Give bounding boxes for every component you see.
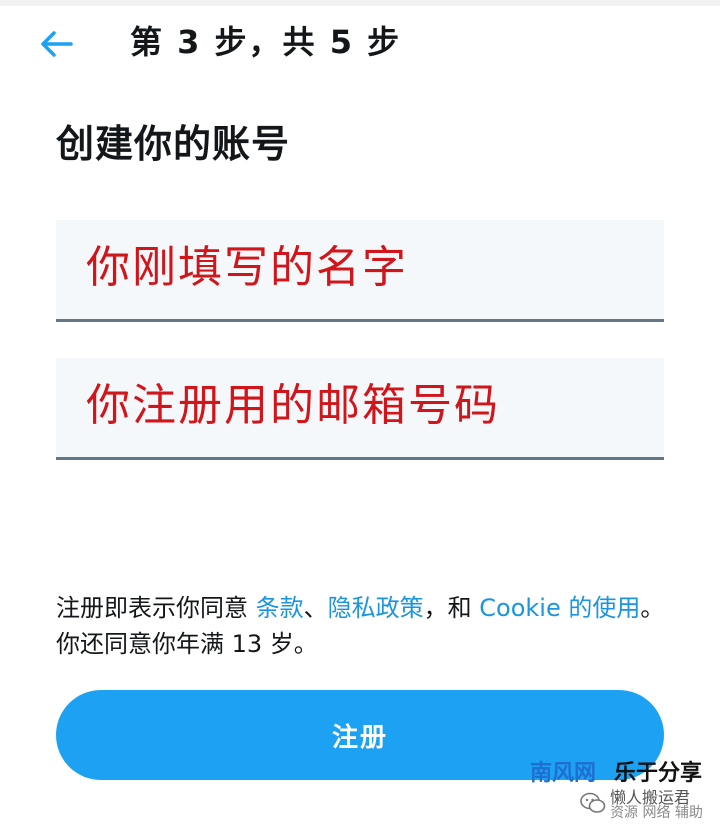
watermark: 南风网 乐于分享 懒人搬运君 资源 网络 辅助 bbox=[530, 760, 720, 824]
wechat-logo-icon bbox=[580, 792, 606, 813]
privacy-policy-link[interactable]: 隐私政策 bbox=[328, 594, 424, 622]
watermark-brand: 南风网 bbox=[530, 761, 597, 786]
signup-button-label: 注册 bbox=[331, 722, 388, 753]
back-button[interactable] bbox=[34, 24, 78, 64]
watermark-tagline: 资源 网络 辅助 bbox=[610, 805, 703, 821]
name-annotation: 你刚填写的名字 bbox=[86, 242, 408, 293]
email-annotation: 你注册用的邮箱号码 bbox=[86, 380, 500, 431]
watermark-slogan: 乐于分享 bbox=[614, 761, 703, 786]
email-field[interactable]: 你注册用的邮箱号码 bbox=[56, 358, 664, 460]
page-title: 创建你的账号 bbox=[56, 122, 291, 166]
arrow-left-icon bbox=[41, 31, 73, 57]
terms-link[interactable]: 条款 bbox=[256, 594, 304, 622]
cookie-use-link[interactable]: Cookie 的使用 bbox=[479, 594, 640, 622]
app-header: 第 3 步，共 5 步 bbox=[0, 6, 720, 78]
legal-text-intro: 注册即表示你同意 bbox=[56, 594, 256, 622]
step-indicator: 第 3 步，共 5 步 bbox=[130, 23, 402, 61]
name-field[interactable]: 你刚填写的名字 bbox=[56, 220, 664, 322]
legal-separator: ，和 bbox=[423, 594, 480, 622]
legal-notice: 注册即表示你同意 条款、隐私政策，和 Cookie 的使用。你还同意你年满 13… bbox=[56, 590, 676, 662]
legal-separator: 、 bbox=[303, 594, 328, 622]
